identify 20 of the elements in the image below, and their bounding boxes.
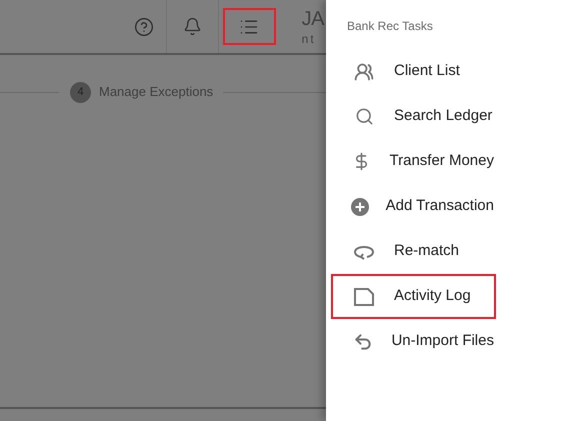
undo-icon <box>352 332 373 352</box>
drawer-menu-item[interactable]: Client List <box>331 49 496 94</box>
drawer-menu-item[interactable]: Transfer Money <box>331 139 496 184</box>
drawer-menu-item[interactable]: Re-match <box>331 229 496 274</box>
document-icon <box>354 288 374 306</box>
loop-arrow-icon <box>353 244 375 260</box>
user-subtitle: nt <box>302 32 317 44</box>
people-icon <box>354 62 374 82</box>
tasks-menu-button[interactable] <box>222 8 276 45</box>
search-icon <box>354 107 374 126</box>
add-circle-icon <box>350 196 370 216</box>
drawer-menu-item[interactable]: Search Ledger <box>331 94 496 139</box>
bell-icon <box>182 17 202 36</box>
drawer-menu-item[interactable]: Un-Import Files <box>331 319 496 364</box>
help-icon <box>134 16 154 36</box>
step-label: Manage Exceptions <box>99 83 214 102</box>
user-name: JA <box>302 8 324 28</box>
drawer-menu-item[interactable]: Add Transaction <box>331 184 496 229</box>
drawer-menu-item[interactable]: Activity Log <box>331 274 496 319</box>
drawer-title: Bank Rec Tasks <box>347 18 434 35</box>
